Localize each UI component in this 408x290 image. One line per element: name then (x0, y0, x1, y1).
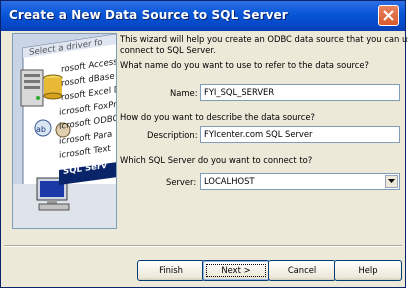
description-input[interactable]: FYIcenter.com SQL Server (200, 126, 400, 143)
dropdown-button[interactable] (385, 175, 398, 188)
focus-rectangle (206, 264, 266, 277)
server-question: Which SQL Server do you want to connect … (120, 155, 313, 165)
description-question: How do you want to describe the data sou… (120, 112, 315, 122)
svg-text:ab: ab (36, 125, 46, 134)
dialog-body: ab Select a driver fo rosoft Access D ro… (4, 31, 408, 286)
name-input[interactable]: FYI_SQL_SERVER (200, 84, 400, 101)
close-icon (383, 10, 394, 21)
name-question: What name do you want to use to refer to… (120, 60, 369, 70)
intro-line-1: This wizard will help you create an ODBC… (120, 34, 408, 44)
chevron-down-icon (388, 179, 395, 183)
intro-line-2: connect to SQL Server. (120, 45, 216, 55)
button-separator (4, 245, 402, 247)
help-button[interactable]: Help (334, 260, 402, 281)
wizard-illustration: ab Select a driver fo rosoft Access D ro… (12, 33, 117, 229)
cancel-button[interactable]: Cancel (268, 260, 336, 281)
next-button[interactable]: Next > (202, 260, 270, 281)
name-label: Name: (170, 88, 198, 98)
dialog-window: Create a New Data Source to SQL Server a… (0, 0, 408, 288)
server-label: Server: (166, 177, 197, 187)
title-bar[interactable]: Create a New Data Source to SQL Server (1, 1, 405, 31)
server-select[interactable]: LOCALHOST (200, 173, 400, 190)
finish-button[interactable]: Finish (137, 260, 205, 281)
close-button[interactable] (378, 5, 399, 26)
description-label: Description: (147, 130, 198, 140)
window-title: Create a New Data Source to SQL Server (9, 8, 288, 22)
server-select-value: LOCALHOST (204, 176, 255, 186)
